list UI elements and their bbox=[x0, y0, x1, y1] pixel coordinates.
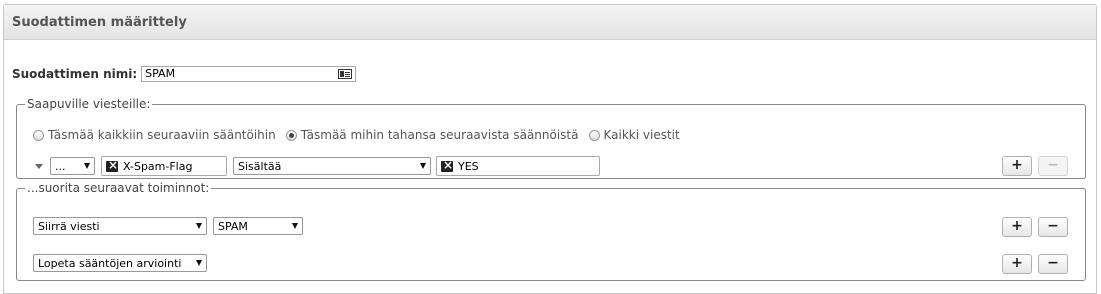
remove-rule-button[interactable]: − bbox=[1038, 156, 1068, 176]
all-messages-label: Kaikki viestit bbox=[603, 128, 680, 142]
add-action-button[interactable]: + bbox=[1002, 254, 1032, 274]
rule-scope-value: ... bbox=[55, 160, 66, 173]
chevron-down-icon bbox=[84, 163, 90, 169]
target-folder-select[interactable]: SPAM bbox=[213, 217, 303, 235]
match-type-options: Täsmää kaikkiin seuraaviin sääntöihin Tä… bbox=[33, 128, 690, 142]
remove-action-button[interactable]: − bbox=[1038, 217, 1068, 237]
all-messages-option[interactable]: Kaikki viestit bbox=[588, 128, 680, 142]
match-all-radio[interactable] bbox=[33, 129, 44, 141]
rule-value-text: YES bbox=[458, 160, 479, 173]
actions-legend: ...suorita seuraavat toiminnot: bbox=[27, 181, 210, 195]
panel-title: Suodattimen määrittely bbox=[4, 5, 1096, 40]
all-messages-radio[interactable] bbox=[588, 129, 600, 141]
remove-action-button[interactable]: − bbox=[1038, 254, 1068, 274]
add-action-button[interactable]: + bbox=[1002, 217, 1032, 237]
stop-evaluation-value: Lopeta sääntöjen arviointi bbox=[38, 257, 182, 270]
remove-tag-icon[interactable] bbox=[441, 158, 453, 172]
filter-name-value: SPAM bbox=[145, 67, 176, 80]
rule-value-input[interactable]: YES bbox=[436, 156, 600, 176]
expand-rule-icon[interactable] bbox=[35, 163, 43, 169]
target-folder-value: SPAM bbox=[218, 220, 248, 233]
add-rule-button[interactable]: + bbox=[1002, 156, 1032, 176]
rule-operator-value: Sisältää bbox=[238, 160, 282, 173]
header-field-input[interactable]: X-Spam-Flag bbox=[101, 156, 227, 176]
action-select-value: Siirrä viesti bbox=[38, 220, 100, 233]
chevron-down-icon bbox=[292, 223, 298, 229]
rule-operator-select[interactable]: Sisältää bbox=[233, 157, 431, 175]
match-all-rules-option[interactable]: Täsmää kaikkiin seuraaviin sääntöihin bbox=[33, 128, 276, 142]
filter-definition-panel: Suodattimen määrittely Suodattimen nimi:… bbox=[3, 4, 1097, 294]
stop-evaluation-select[interactable]: Lopeta sääntöjen arviointi bbox=[33, 254, 207, 272]
action-select[interactable]: Siirrä viesti bbox=[33, 217, 207, 235]
filter-name-row: Suodattimen nimi: SPAM bbox=[12, 66, 357, 82]
filter-name-input[interactable]: SPAM bbox=[141, 66, 357, 82]
incoming-messages-fieldset: Saapuville viesteille: Täsmää kaikkiin s… bbox=[16, 97, 1086, 179]
match-any-radio[interactable] bbox=[285, 129, 297, 141]
header-field-value: X-Spam-Flag bbox=[123, 160, 193, 173]
match-any-label: Täsmää mihin tahansa seuraavista säännöi… bbox=[300, 128, 579, 142]
chevron-down-icon bbox=[196, 223, 202, 229]
incoming-messages-legend: Saapuville viesteille: bbox=[27, 97, 151, 111]
remove-tag-icon[interactable] bbox=[106, 158, 118, 172]
actions-fieldset: ...suorita seuraavat toiminnot: Siirrä v… bbox=[16, 181, 1086, 281]
chevron-down-icon bbox=[196, 260, 202, 266]
rule-scope-select[interactable]: ... bbox=[50, 157, 95, 175]
match-all-label: Täsmää kaikkiin seuraaviin sääntöihin bbox=[48, 128, 276, 142]
contact-card-icon[interactable] bbox=[338, 69, 353, 79]
chevron-down-icon bbox=[420, 163, 426, 169]
rule-row: ... X-Spam-Flag Sisältää YES bbox=[35, 156, 600, 176]
match-any-rule-option[interactable]: Täsmää mihin tahansa seuraavista säännöi… bbox=[285, 128, 579, 142]
filter-name-label: Suodattimen nimi: bbox=[12, 67, 138, 81]
